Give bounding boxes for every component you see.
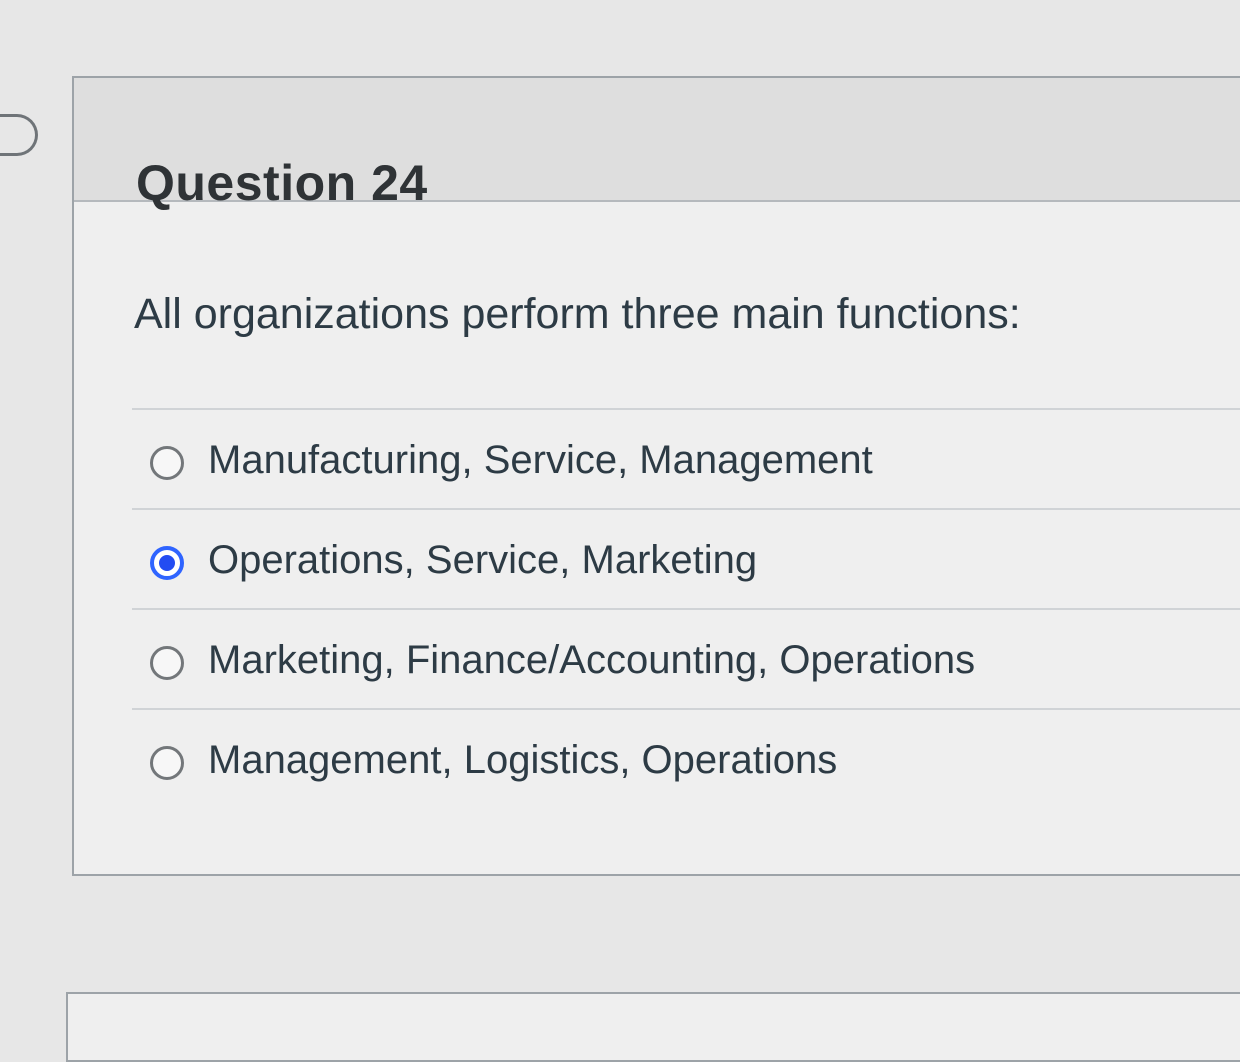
question-header: Question 24: [74, 78, 1240, 211]
next-question-card: [66, 992, 1240, 1062]
question-text: All organizations perform three main fun…: [134, 290, 1021, 338]
radio-dot-icon: [159, 555, 175, 571]
answer-option-2[interactable]: Operations, Service, Marketing: [132, 508, 1240, 608]
answer-label[interactable]: Operations, Service, Marketing: [208, 538, 757, 583]
answer-option-3[interactable]: Marketing, Finance/Accounting, Operation…: [132, 608, 1240, 708]
answer-option-4[interactable]: Management, Logistics, Operations: [132, 708, 1240, 808]
radio-button-icon[interactable]: [150, 646, 184, 680]
question-card: Question 24 All organizations perform th…: [72, 76, 1240, 876]
answer-option-1[interactable]: Manufacturing, Service, Management: [132, 408, 1240, 508]
answer-label[interactable]: Manufacturing, Service, Management: [208, 438, 873, 483]
flag-question-icon[interactable]: [0, 114, 38, 156]
answer-label[interactable]: Marketing, Finance/Accounting, Operation…: [208, 638, 975, 683]
question-title: Question 24: [136, 154, 428, 211]
radio-button-icon[interactable]: [150, 446, 184, 480]
radio-button-selected-icon[interactable]: [150, 546, 184, 580]
radio-button-icon[interactable]: [150, 746, 184, 780]
answers-list: Manufacturing, Service, Management Opera…: [132, 408, 1240, 808]
answer-label[interactable]: Management, Logistics, Operations: [208, 738, 837, 783]
